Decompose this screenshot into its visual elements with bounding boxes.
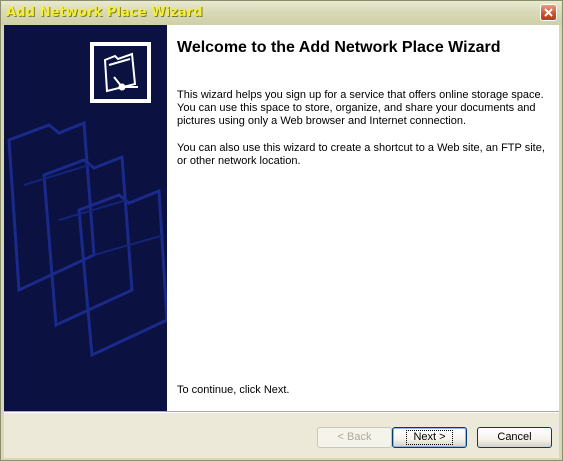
close-button[interactable] — [540, 4, 557, 21]
title-bar[interactable]: Add Network Place Wizard — [1, 1, 562, 25]
back-button[interactable]: < Back — [317, 427, 392, 448]
wizard-client-area: Welcome to the Add Network Place Wizard … — [4, 25, 559, 458]
continue-instruction: To continue, click Next. — [177, 384, 290, 396]
cancel-button[interactable]: Cancel — [477, 427, 552, 448]
window-title: Add Network Place Wizard — [6, 5, 203, 20]
close-icon — [544, 8, 553, 17]
back-button-label: < Back — [337, 431, 372, 443]
shortcut-paragraph: You can also use this wizard to create a… — [177, 142, 545, 167]
intro-paragraph: This wizard helps you sign up for a serv… — [177, 89, 544, 127]
page-title: Welcome to the Add Network Place Wizard — [177, 39, 501, 56]
next-button[interactable]: Next > — [392, 427, 467, 448]
next-button-label: Next > — [406, 430, 453, 445]
wizard-window: Add Network Place Wizard Welcome to the … — [0, 0, 563, 461]
folder-graphic-icon — [7, 42, 167, 358]
cancel-button-label: Cancel — [497, 431, 532, 443]
wizard-side-banner — [4, 25, 167, 411]
wizard-content: Welcome to the Add Network Place Wizard … — [167, 25, 559, 411]
button-separator — [4, 411, 559, 413]
